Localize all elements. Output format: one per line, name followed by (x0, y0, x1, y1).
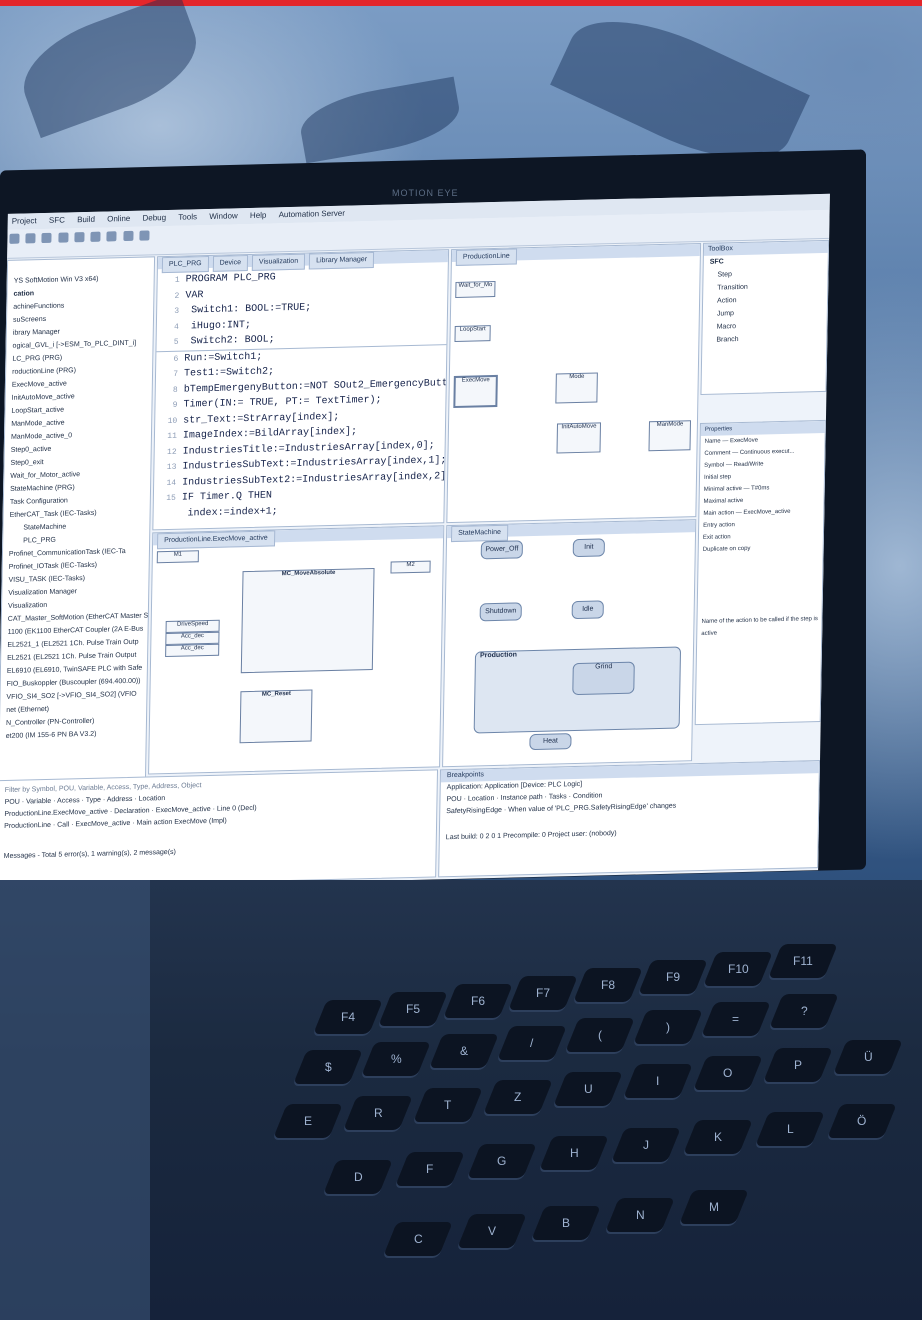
toolbox-pane: ToolBox SFC Step Transition Action Jump … (700, 239, 830, 395)
fbd-editor-pane: ProductionLine.ExecMove_active M1 MC_Mov… (148, 525, 445, 775)
fbd-block[interactable]: MC_Reset (239, 689, 313, 744)
prop-row: Duplicate on copy (702, 545, 751, 553)
sfc-editor-pane: ProductionLine Wait_for_Mo LoopStart Exe… (446, 242, 702, 524)
sm-state[interactable]: Power_Off (480, 540, 523, 560)
sfc-step[interactable]: Wait_for_Mo (455, 280, 496, 298)
stop-icon[interactable] (139, 230, 150, 241)
sfc-step[interactable]: ExecMove (453, 374, 498, 409)
laptop-brand-label: MOTION EYE (392, 188, 459, 198)
tab-productionline[interactable]: ProductionLine (455, 248, 517, 266)
login-icon[interactable] (106, 231, 117, 242)
sm-state[interactable]: Heat (529, 733, 572, 751)
menu-build[interactable]: Build (77, 215, 95, 224)
tab-plc-prg[interactable]: PLC_PRG (161, 255, 209, 274)
find-icon[interactable] (74, 232, 85, 243)
menu-help[interactable]: Help (250, 211, 267, 220)
sfc-step[interactable]: InitAutoMove (556, 422, 602, 454)
tab-visualization[interactable]: Visualization (251, 253, 306, 271)
laptop-screen: Project SFC Build Online Debug Tools Win… (0, 193, 830, 891)
properties-pane: Properties Name — ExecMove Comment — Con… (694, 419, 826, 726)
tab-device[interactable]: Device (212, 255, 249, 272)
menu-tools[interactable]: Tools (178, 212, 197, 221)
sfc-step[interactable]: LoopStart (454, 325, 491, 342)
cut-icon[interactable] (9, 233, 20, 244)
messages-status[interactable]: Messages - Total 5 error(s), 1 warning(s… (0, 840, 436, 863)
delete-icon[interactable] (58, 232, 69, 243)
cross-reference-pane: Filter by Symbol, POU, Variable, Access,… (0, 769, 439, 889)
menu-automation-server[interactable]: Automation Server (279, 209, 345, 220)
declaration-section[interactable]: 1 PROGRAM PLC_PRG 2 VAR 3 Switch1: BOOL:=T… (156, 262, 447, 351)
menu-sfc[interactable]: SFC (49, 216, 65, 225)
paste-icon[interactable] (41, 232, 53, 244)
device-tree-pane: YS SoftMotion Win V3 x64) cation achineF… (0, 256, 156, 823)
sm-state[interactable]: Init (572, 538, 605, 558)
toolbox-item[interactable]: Branch (702, 331, 826, 347)
st-editor-pane: PLC_PRG Device Visualization Library Man… (152, 249, 450, 531)
copy-icon[interactable] (25, 233, 36, 244)
menu-debug[interactable]: Debug (142, 213, 166, 223)
statemachine-pane: StateMachine Power_Off Init Shutdown Idl… (442, 519, 697, 768)
menu-window[interactable]: Window (209, 211, 238, 221)
tab-library-manager[interactable]: Library Manager (308, 251, 375, 270)
prop-hint: Name of the action to be called if the s… (701, 616, 818, 637)
build-icon[interactable] (90, 231, 101, 242)
tree-item[interactable]: et200 (IM 155-6 PN BA V3.2) (0, 727, 146, 744)
touch-panel-foreground (0, 880, 150, 1320)
run-icon[interactable] (123, 230, 134, 242)
sm-state[interactable]: Shutdown (479, 602, 522, 622)
fbd-var[interactable]: Acc_dec (165, 643, 220, 658)
sm-state[interactable]: Idle (571, 600, 604, 620)
breakpoints-pane: Breakpoints Application: Application [De… (438, 760, 821, 878)
status-bar: Last build: 0 2 0 1 Precompile: 0 Projec… (445, 830, 617, 842)
sfc-step[interactable]: ManMode (648, 420, 692, 452)
sm-state[interactable]: Grind (572, 661, 635, 696)
fbd-block[interactable]: MC_MoveAbsolute (240, 567, 375, 674)
menu-online[interactable]: Online (107, 214, 130, 224)
fbd-var[interactable]: M1 (156, 550, 199, 564)
implementation-section[interactable]: 6 Run:=Switch1; 7 Test1:=Switch2; 8 bTempEm… (153, 343, 448, 523)
fbd-var[interactable]: M2 (390, 560, 431, 574)
tab-execmove[interactable]: ProductionLine.ExecMove_active (156, 530, 275, 550)
tab-statemachine[interactable]: StateMachine (450, 524, 509, 543)
menu-project[interactable]: Project (12, 216, 37, 226)
sfc-step[interactable]: Mode (555, 372, 598, 404)
